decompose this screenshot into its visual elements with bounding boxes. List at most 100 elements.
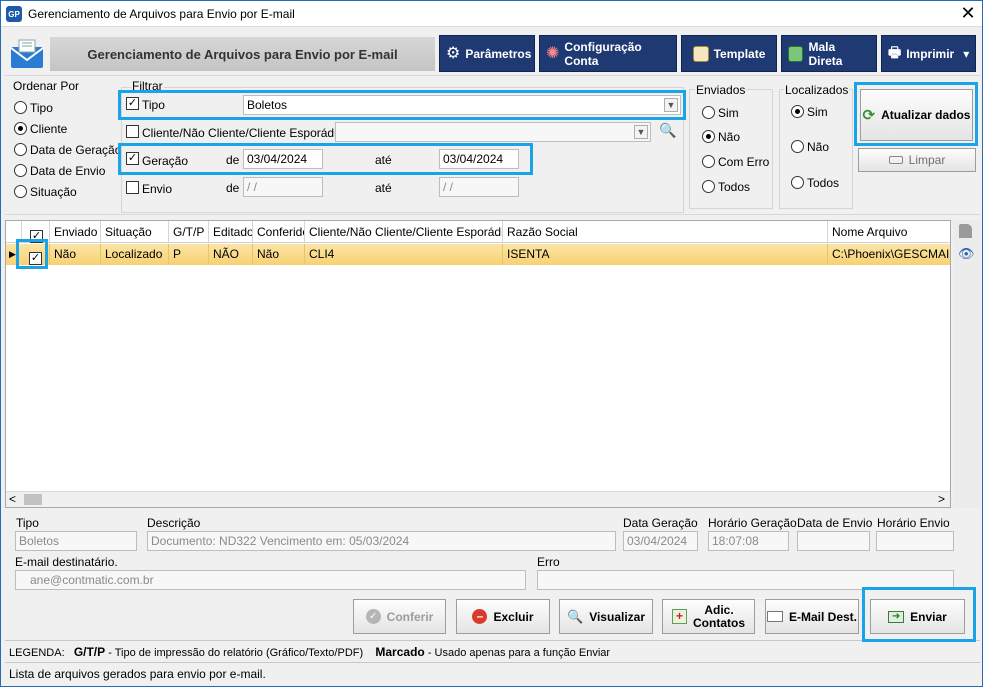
cell-nome-arquivo: C:\Phoenix\GESCMAIL\C (832, 247, 950, 261)
scroll-right-icon[interactable]: > (938, 492, 945, 507)
visualizar-button[interactable]: 🔍 Visualizar (559, 599, 653, 634)
enviados-radio-nao[interactable] (702, 130, 715, 143)
ordenar-radio-tipo[interactable] (14, 101, 27, 114)
detail-data-envio-label: Data de Envio (797, 516, 873, 530)
visualizar-label: Visualizar (589, 609, 645, 624)
grid-side-strip: 👁 (953, 220, 980, 508)
enviados-label-sim: Sim (718, 106, 739, 120)
cliente-combobox[interactable]: ▼ (335, 122, 651, 142)
file-icon[interactable] (959, 224, 972, 238)
tipo-checkbox[interactable]: ✓ (126, 97, 139, 110)
grid-header: ✓ Enviado Situação G/T/P Editado Conferi… (6, 221, 950, 243)
adic-contatos-button[interactable]: + Adic. Contatos (662, 599, 755, 634)
template-icon (692, 45, 709, 62)
row-checkbox[interactable]: ✓ (29, 252, 42, 265)
email-dest-button[interactable]: E-Mail Dest. (765, 599, 859, 634)
chevron-down-icon[interactable]: ▼ (664, 98, 678, 112)
localizados-radio-todos[interactable] (791, 176, 804, 189)
atualizar-dados-button[interactable]: ⟳ Atualizar dados (860, 89, 973, 141)
enviados-radio-com-erro[interactable] (702, 155, 715, 168)
envio-ate-field[interactable]: / / (439, 177, 519, 197)
title-bar: GP Gerenciamento de Arquivos para Envio … (1, 1, 982, 27)
tipo-combobox[interactable]: Boletos ▼ (243, 95, 681, 115)
enviados-radio-sim[interactable] (702, 106, 715, 119)
ordenar-radio-data-geracao[interactable] (14, 143, 27, 156)
chevron-down-icon[interactable]: ▼ (634, 125, 648, 139)
geracao-de-field[interactable]: 03/04/2024 (243, 149, 323, 169)
detail-email-label: E-mail destinatário. (15, 555, 118, 569)
adic-contatos-text: Adic. Contatos (693, 603, 745, 630)
envio-checkbox[interactable] (126, 181, 139, 194)
enviar-label: Enviar (910, 609, 947, 624)
email-envelope-icon (10, 39, 44, 69)
enviar-button[interactable]: ➜ Enviar (870, 599, 965, 634)
excluir-button[interactable]: – Excluir (456, 599, 550, 634)
search-icon[interactable]: 🔍 (659, 122, 676, 139)
grid-col-nome-arquivo[interactable]: Nome Arquivo (828, 221, 950, 243)
localizados-title: Localizados (784, 83, 850, 97)
delete-icon: – (472, 609, 488, 624)
grid-col-editado[interactable]: Editado (209, 221, 253, 243)
close-icon[interactable]: ✕ (958, 3, 978, 23)
localizados-radio-nao[interactable] (791, 140, 804, 153)
grid-col-gtp[interactable]: G/T/P (169, 221, 209, 243)
row-pointer-icon: ▶ (9, 249, 16, 259)
scroll-left-icon[interactable]: < (9, 492, 16, 507)
row-checkbox-cell[interactable]: ✓ (22, 244, 50, 265)
envio-ate-label: até (375, 181, 392, 195)
mala-direta-button[interactable]: Mala Direta (781, 35, 877, 72)
chevron-down-icon[interactable]: ▾ (963, 47, 969, 61)
send-mail-icon: ➜ (888, 610, 905, 623)
detail-horario-geracao-field[interactable]: 18:07:08 (708, 531, 789, 551)
table-row[interactable]: ▶ ✓ Não Localizado P NÃO Não CLI4 ISENTA… (6, 244, 950, 265)
grid-col-cliente[interactable]: Cliente/Não Cliente/Cliente Esporádico (305, 221, 503, 243)
scrollbar-thumb[interactable] (24, 494, 42, 505)
cliente-checkbox[interactable] (126, 125, 139, 138)
localizados-radio-sim[interactable] (791, 105, 804, 118)
limpar-button[interactable]: Limpar (858, 148, 976, 172)
localizados-label-todos: Todos (807, 176, 840, 190)
imprimir-button[interactable]: 🖶 Imprimir ▾ (881, 35, 976, 72)
gear-icon: ⚙ (446, 44, 461, 62)
detail-descricao-label: Descrição (147, 516, 201, 530)
grid-header-select-all[interactable]: ✓ (22, 221, 50, 243)
ordenar-radio-situacao[interactable] (14, 185, 27, 198)
geracao-filter-label: Geração (142, 154, 189, 168)
select-all-checkbox[interactable]: ✓ (30, 230, 43, 243)
enviados-radio-todos[interactable] (702, 180, 715, 193)
detail-horario-envio-field[interactable] (876, 531, 954, 551)
cell-razao-social: ISENTA (503, 244, 828, 265)
conferir-button[interactable]: ✓ Conferir (353, 599, 446, 634)
horizontal-scrollbar[interactable]: < > (6, 491, 950, 507)
grid-col-razao-social[interactable]: Razão Social (503, 221, 828, 243)
ordenar-radio-data-envio[interactable] (14, 164, 27, 177)
geracao-ate-field[interactable]: 03/04/2024 (439, 149, 519, 169)
ordenar-label-cliente: Cliente (30, 122, 68, 136)
envio-filter-label: Envio (142, 182, 173, 196)
geracao-checkbox[interactable]: ✓ (126, 152, 139, 165)
grid-col-conferido[interactable]: Conferido (253, 221, 305, 243)
ordenar-radio-cliente[interactable] (14, 122, 27, 135)
detail-email-field[interactable]: ane@contmatic.com.br (15, 570, 526, 590)
eye-icon[interactable]: 👁 (958, 247, 975, 260)
cell-situacao: Localizado (101, 244, 169, 265)
template-button[interactable]: Template (681, 35, 777, 72)
ordenar-title: Ordenar Por (13, 79, 80, 93)
tipo-filter-label: Tipo (142, 98, 165, 112)
ordenar-label-tipo: Tipo (30, 101, 53, 115)
configuracao-conta-button[interactable]: ✺ Configuração Conta (539, 35, 677, 72)
detail-data-geracao-field[interactable]: 03/04/2024 (623, 531, 698, 551)
legend-prefix: LEGENDA: (9, 647, 65, 659)
imprimir-label: Imprimir (906, 46, 955, 61)
detail-tipo-field[interactable]: Boletos (15, 531, 137, 551)
parametros-button[interactable]: ⚙ Parâmetros (439, 35, 535, 72)
legend-marcado-text: - Usado apenas para a função Enviar (427, 647, 611, 659)
detail-descricao-field[interactable]: Documento: ND322 Vencimento em: 05/03/20… (147, 531, 616, 551)
files-grid[interactable]: ✓ Enviado Situação G/T/P Editado Conferi… (5, 220, 951, 508)
grid-col-enviado[interactable]: Enviado (50, 221, 101, 243)
status-divider (5, 662, 980, 663)
detail-data-envio-field[interactable] (797, 531, 870, 551)
grid-col-situacao[interactable]: Situação (101, 221, 169, 243)
envio-de-field[interactable]: / / (243, 177, 323, 197)
detail-erro-field[interactable] (537, 570, 954, 590)
